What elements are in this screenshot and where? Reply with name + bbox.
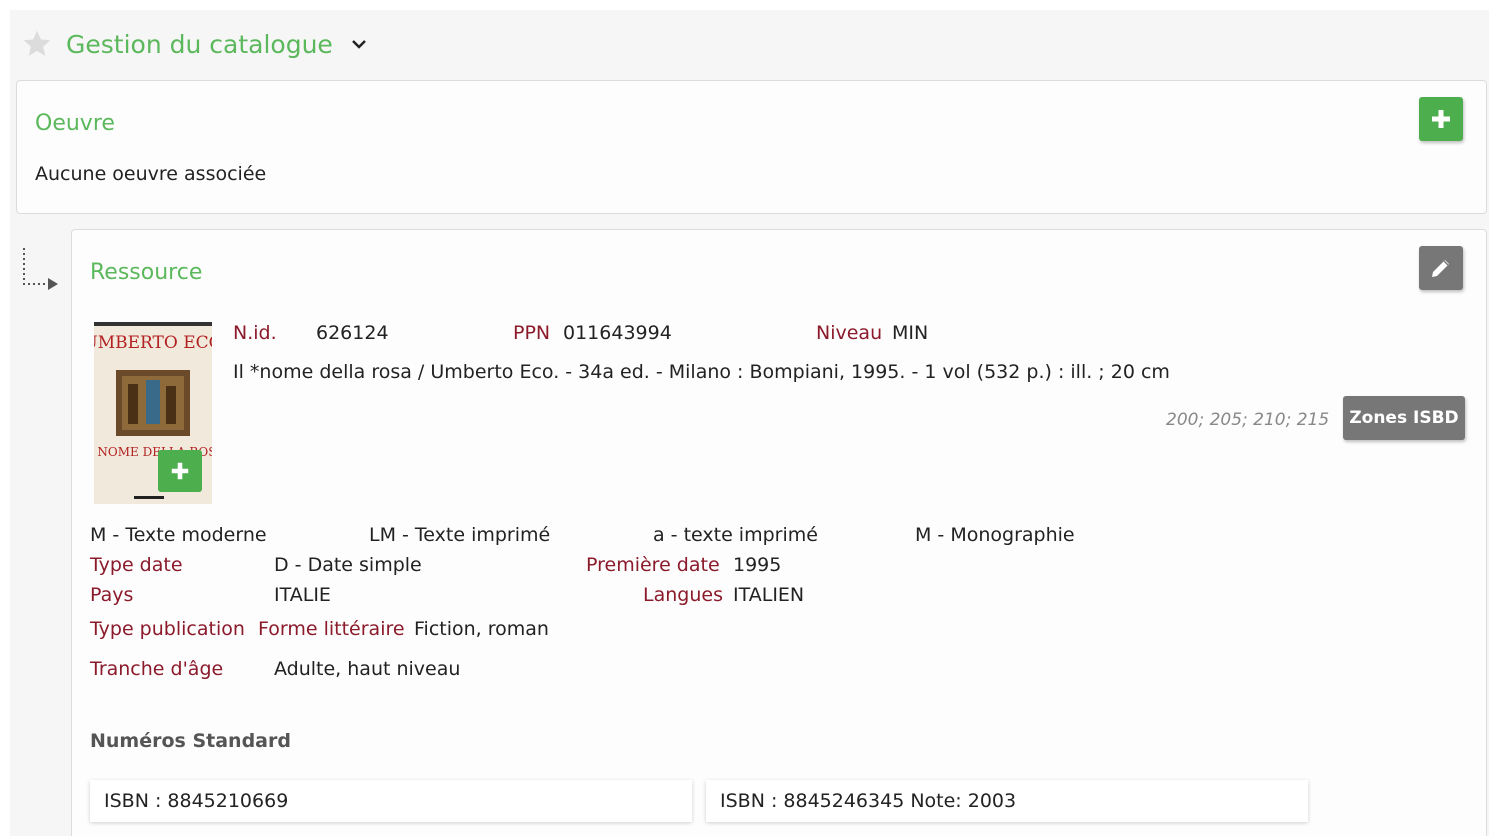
plus-icon bbox=[1432, 110, 1450, 128]
premiere-date-value: 1995 bbox=[733, 554, 782, 576]
plus-icon bbox=[171, 462, 189, 480]
forme-litteraire-value: Fiction, roman bbox=[414, 618, 549, 640]
catalogue-page: Gestion du catalogue Oeuvre Aucune oeuvr… bbox=[10, 10, 1489, 836]
tranche-age-label: Tranche d'âge bbox=[90, 658, 224, 680]
star-icon[interactable] bbox=[20, 27, 54, 61]
code-texte-moderne: M - Texte moderne bbox=[90, 524, 267, 546]
niveau-label: Niveau bbox=[816, 322, 883, 344]
oeuvre-panel: Oeuvre Aucune oeuvre associée bbox=[16, 80, 1487, 214]
langues-value: ITALIEN bbox=[733, 584, 805, 606]
pencil-icon bbox=[1432, 260, 1449, 277]
edit-ressource-button[interactable] bbox=[1419, 246, 1463, 290]
chevron-down-icon[interactable] bbox=[349, 33, 371, 55]
ressource-panel: Ressource UMBERTO ECO IL NOME DELLA ROSA bbox=[71, 229, 1487, 836]
type-date-value: D - Date simple bbox=[274, 554, 422, 576]
tree-connector-icon bbox=[22, 246, 62, 296]
niveau-value: MIN bbox=[892, 322, 929, 344]
code-texte-imprime: LM - Texte imprimé bbox=[369, 524, 551, 546]
page-header: Gestion du catalogue bbox=[20, 24, 371, 64]
nid-value: 626124 bbox=[316, 322, 389, 344]
code-monographie: M - Monographie bbox=[915, 524, 1075, 546]
premiere-date-label: Première date bbox=[586, 554, 720, 576]
ressource-title: Ressource bbox=[90, 260, 203, 285]
pays-value: ITALIE bbox=[274, 584, 331, 606]
type-publication-label: Type publication bbox=[90, 618, 245, 640]
zones-isbd-button[interactable]: Zones ISBD bbox=[1343, 396, 1465, 440]
isbn-card: ISBN : 8845246345 Note: 2003 bbox=[706, 780, 1308, 822]
oeuvre-title: Oeuvre bbox=[35, 111, 115, 136]
code-type-texte: a - texte imprimé bbox=[653, 524, 818, 546]
isbd-zones: 200; 205; 210; 215 bbox=[1166, 410, 1330, 430]
empty-oeuvre-text: Aucune oeuvre associée bbox=[35, 163, 267, 185]
nid-label: N.id. bbox=[233, 322, 277, 344]
add-cover-button[interactable] bbox=[158, 450, 202, 492]
forme-litteraire-label: Forme littéraire bbox=[258, 618, 405, 640]
add-oeuvre-button[interactable] bbox=[1419, 97, 1463, 141]
pays-label: Pays bbox=[90, 584, 134, 606]
cover-author: UMBERTO ECO bbox=[94, 333, 212, 353]
isbd-description: Il *nome della rosa / Umberto Eco. - 34a… bbox=[233, 361, 1170, 383]
isbn-card: ISBN : 8845210669 bbox=[90, 780, 692, 822]
type-date-label: Type date bbox=[90, 554, 183, 576]
ppn-label: PPN bbox=[513, 322, 551, 344]
tranche-age-value: Adulte, haut niveau bbox=[274, 658, 461, 680]
page-title: Gestion du catalogue bbox=[66, 29, 333, 59]
numeros-standard-title: Numéros Standard bbox=[90, 730, 291, 752]
ppn-value: 011643994 bbox=[563, 322, 672, 344]
langues-label: Langues bbox=[643, 584, 723, 606]
